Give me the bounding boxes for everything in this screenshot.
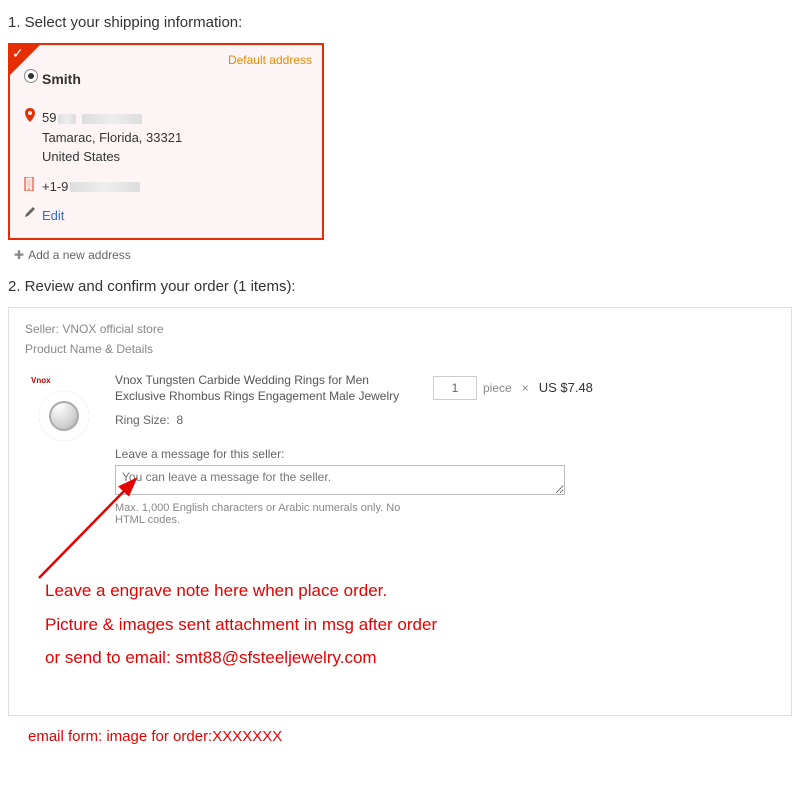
add-address-text: Add a new address [28, 248, 131, 262]
seller-line: Seller: VNOX official store [25, 322, 775, 336]
check-icon: ✓ [12, 45, 24, 62]
phone-prefix: +1-9 [42, 179, 68, 194]
order-review-box: Seller: VNOX official store Product Name… [8, 307, 792, 716]
plus-icon: ✚ [14, 248, 24, 262]
thumb-brand: Vnox [31, 376, 51, 385]
unit-price: US $7.48 [539, 380, 593, 395]
phone-redacted [70, 182, 140, 192]
annotation-line3: or send to email: smt88@sfsteeljewelry.c… [25, 641, 775, 675]
annotation-line1: Leave a engrave note here when place ord… [25, 574, 775, 608]
seller-message-input[interactable] [115, 465, 565, 495]
address-card[interactable]: ✓ Default address Smith 59 Tamarac, Flor… [8, 43, 324, 240]
phone-icon [24, 177, 42, 191]
product-row: Vnox Vnox Tungsten Carbide Wedding Rings… [25, 372, 775, 527]
times-symbol: × [522, 381, 529, 395]
address-lines: 59 Tamarac, Florida, 33321 United States [42, 108, 308, 167]
qty-price-block: piece × US $7.48 [433, 376, 593, 400]
product-thumbnail[interactable]: Vnox [25, 372, 103, 450]
step1-title: 1. Select your shipping information: [8, 14, 792, 31]
addr-redacted [58, 114, 76, 124]
addr-line1-prefix: 59 [42, 110, 56, 125]
ring-image [39, 391, 89, 441]
product-title: Vnox Tungsten Carbide Wedding Rings for … [115, 372, 421, 406]
product-header: Product Name & Details [25, 342, 775, 356]
address-phone: +1-9 [42, 177, 308, 197]
addr-city: Tamarac, Florida, 33321 [42, 128, 308, 148]
pin-icon [24, 108, 42, 122]
message-label: Leave a message for this seller: [115, 447, 421, 461]
step2-title: 2. Review and confirm your order (1 item… [8, 278, 792, 295]
annotation-line4: email form: image for order:XXXXXXX [8, 722, 792, 753]
product-variant: Ring Size: 8 [115, 413, 421, 427]
default-address-badge: Default address [228, 53, 312, 67]
addr-redacted [82, 114, 142, 124]
pencil-icon [24, 206, 42, 218]
message-hint: Max. 1,000 English characters or Arabic … [115, 502, 421, 526]
annotation-line2: Picture & images sent attachment in msg … [25, 608, 775, 642]
edit-address-link[interactable]: Edit [42, 208, 64, 223]
address-name: Smith [42, 69, 308, 90]
addr-country: United States [42, 147, 308, 167]
add-address-link[interactable]: ✚ Add a new address [14, 248, 792, 262]
unit-label: piece [483, 381, 512, 395]
quantity-input[interactable] [433, 376, 477, 400]
